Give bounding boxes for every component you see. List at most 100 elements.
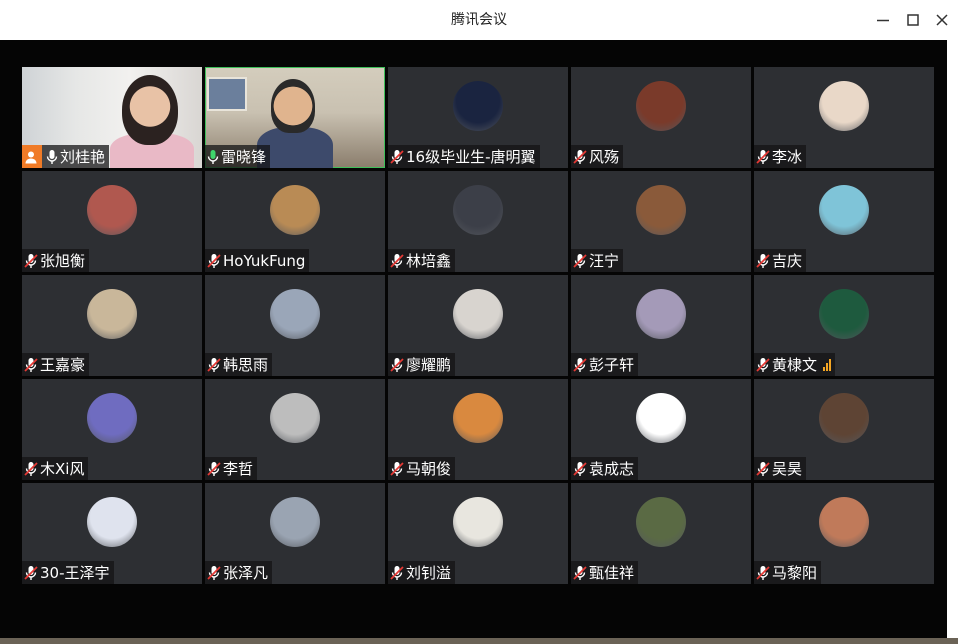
mic-muted-icon (756, 565, 770, 580)
name-tag: 刘桂艳 (22, 145, 110, 168)
avatar (819, 393, 869, 443)
name-tag: HoYukFung (205, 249, 310, 272)
participant-name: 张泽凡 (223, 564, 269, 582)
mic-muted-icon (756, 253, 770, 268)
participant-name: 吴昊 (772, 460, 803, 478)
mic-muted-icon (207, 357, 221, 372)
participant-tile[interactable]: 马朝俊 (388, 379, 568, 480)
participant-grid: 刘桂艳 雷晓锋 16级毕业生-唐明翼 风殇 李冰张旭衡 HoYukFung 林培鑫 汪宁 吉庆… (22, 67, 934, 584)
avatar (87, 185, 137, 235)
participant-name: HoYukFung (223, 251, 306, 270)
participant-tile[interactable]: HoYukFung (205, 171, 385, 272)
name-tag: 韩思雨 (205, 353, 273, 376)
participant-name: 刘桂艳 (60, 148, 106, 166)
name-tag: 张旭衡 (22, 249, 90, 272)
participant-tile[interactable]: 木Xi风 (22, 379, 202, 480)
mic-muted-icon (24, 565, 38, 580)
participant-tile[interactable]: 16级毕业生-唐明翼 (388, 67, 568, 168)
mic-muted-icon (207, 253, 221, 268)
participant-tile[interactable]: 吉庆 (754, 171, 934, 272)
participant-name: 雷晓锋 (221, 148, 267, 166)
minimize-button[interactable] (871, 8, 895, 32)
avatar (636, 289, 686, 339)
participant-tile[interactable]: 廖耀鹏 (388, 275, 568, 376)
name-tag: 李冰 (754, 145, 807, 168)
mic-muted-icon (573, 357, 587, 372)
participant-name: 李哲 (223, 460, 254, 478)
participant-tile[interactable]: 30-王泽宇 (22, 483, 202, 584)
participant-name: 刘钊溢 (406, 564, 452, 582)
avatar (270, 289, 320, 339)
avatar (87, 497, 137, 547)
mic-muted-icon (756, 461, 770, 476)
mic-muted-icon (390, 149, 404, 164)
participant-tile[interactable]: 袁成志 (571, 379, 751, 480)
participant-tile[interactable]: 雷晓锋 (205, 67, 385, 168)
name-tag: 廖耀鹏 (388, 353, 456, 376)
maximize-icon (907, 14, 919, 26)
participant-name: 30-王泽宇 (40, 564, 110, 582)
participant-tile[interactable]: 彭子轩 (571, 275, 751, 376)
participant-name: 袁成志 (589, 460, 635, 478)
mic-on-icon (207, 149, 219, 164)
participant-tile[interactable]: 马黎阳 (754, 483, 934, 584)
window-edge (947, 40, 958, 638)
avatar (636, 393, 686, 443)
avatar (453, 81, 503, 131)
name-tag: 李哲 (205, 457, 258, 480)
mic-muted-icon (573, 461, 587, 476)
name-tag: 马朝俊 (388, 457, 456, 480)
participant-tile[interactable]: 刘桂艳 (22, 67, 202, 168)
name-tag: 张泽凡 (205, 561, 273, 584)
participant-name: 汪宁 (589, 252, 620, 270)
host-icon (25, 151, 37, 163)
mic-muted-icon (24, 461, 38, 476)
name-tag: 刘钊溢 (388, 561, 456, 584)
close-icon (936, 14, 948, 26)
participant-tile[interactable]: 甄佳祥 (571, 483, 751, 584)
participant-name: 马黎阳 (772, 564, 818, 582)
mic-muted-icon (207, 565, 221, 580)
mic-muted-icon (756, 357, 770, 372)
avatar (87, 289, 137, 339)
name-tag: 汪宁 (571, 249, 624, 272)
participant-tile[interactable]: 李冰 (754, 67, 934, 168)
participant-tile[interactable]: 韩思雨 (205, 275, 385, 376)
participant-tile[interactable]: 吴昊 (754, 379, 934, 480)
participant-name: 林培鑫 (406, 252, 452, 270)
maximize-button[interactable] (901, 8, 925, 32)
participant-tile[interactable]: 张旭衡 (22, 171, 202, 272)
participant-name: 彭子轩 (589, 356, 635, 374)
participant-name: 王嘉豪 (40, 356, 86, 374)
participant-tile[interactable]: 黄棣文 (754, 275, 934, 376)
name-tag: 袁成志 (571, 457, 639, 480)
desktop-background (0, 638, 958, 644)
name-tag: 16级毕业生-唐明翼 (388, 145, 540, 168)
participant-tile[interactable]: 王嘉豪 (22, 275, 202, 376)
video-feed (122, 75, 178, 145)
participant-tile[interactable]: 林培鑫 (388, 171, 568, 272)
participant-tile[interactable]: 张泽凡 (205, 483, 385, 584)
avatar (87, 393, 137, 443)
title-bar: 腾讯会议 (0, 0, 958, 40)
mic-muted-icon (573, 253, 587, 268)
name-tag: 林培鑫 (388, 249, 456, 272)
mic-muted-icon (390, 565, 404, 580)
name-tag: 风殇 (571, 145, 624, 168)
name-tag: 雷晓锋 (205, 145, 271, 168)
participant-name: 廖耀鹏 (406, 356, 452, 374)
participant-tile[interactable]: 汪宁 (571, 171, 751, 272)
signal-strength-icon (823, 358, 832, 371)
avatar (453, 185, 503, 235)
participant-name: 甄佳祥 (589, 564, 635, 582)
name-tag: 王嘉豪 (22, 353, 90, 376)
window-title: 腾讯会议 (451, 12, 507, 28)
participant-tile[interactable]: 风殇 (571, 67, 751, 168)
video-feed (271, 79, 315, 133)
participant-name: 韩思雨 (223, 356, 269, 374)
participant-tile[interactable]: 李哲 (205, 379, 385, 480)
close-button[interactable] (930, 8, 954, 32)
participant-tile[interactable]: 刘钊溢 (388, 483, 568, 584)
avatar (636, 497, 686, 547)
avatar (819, 289, 869, 339)
